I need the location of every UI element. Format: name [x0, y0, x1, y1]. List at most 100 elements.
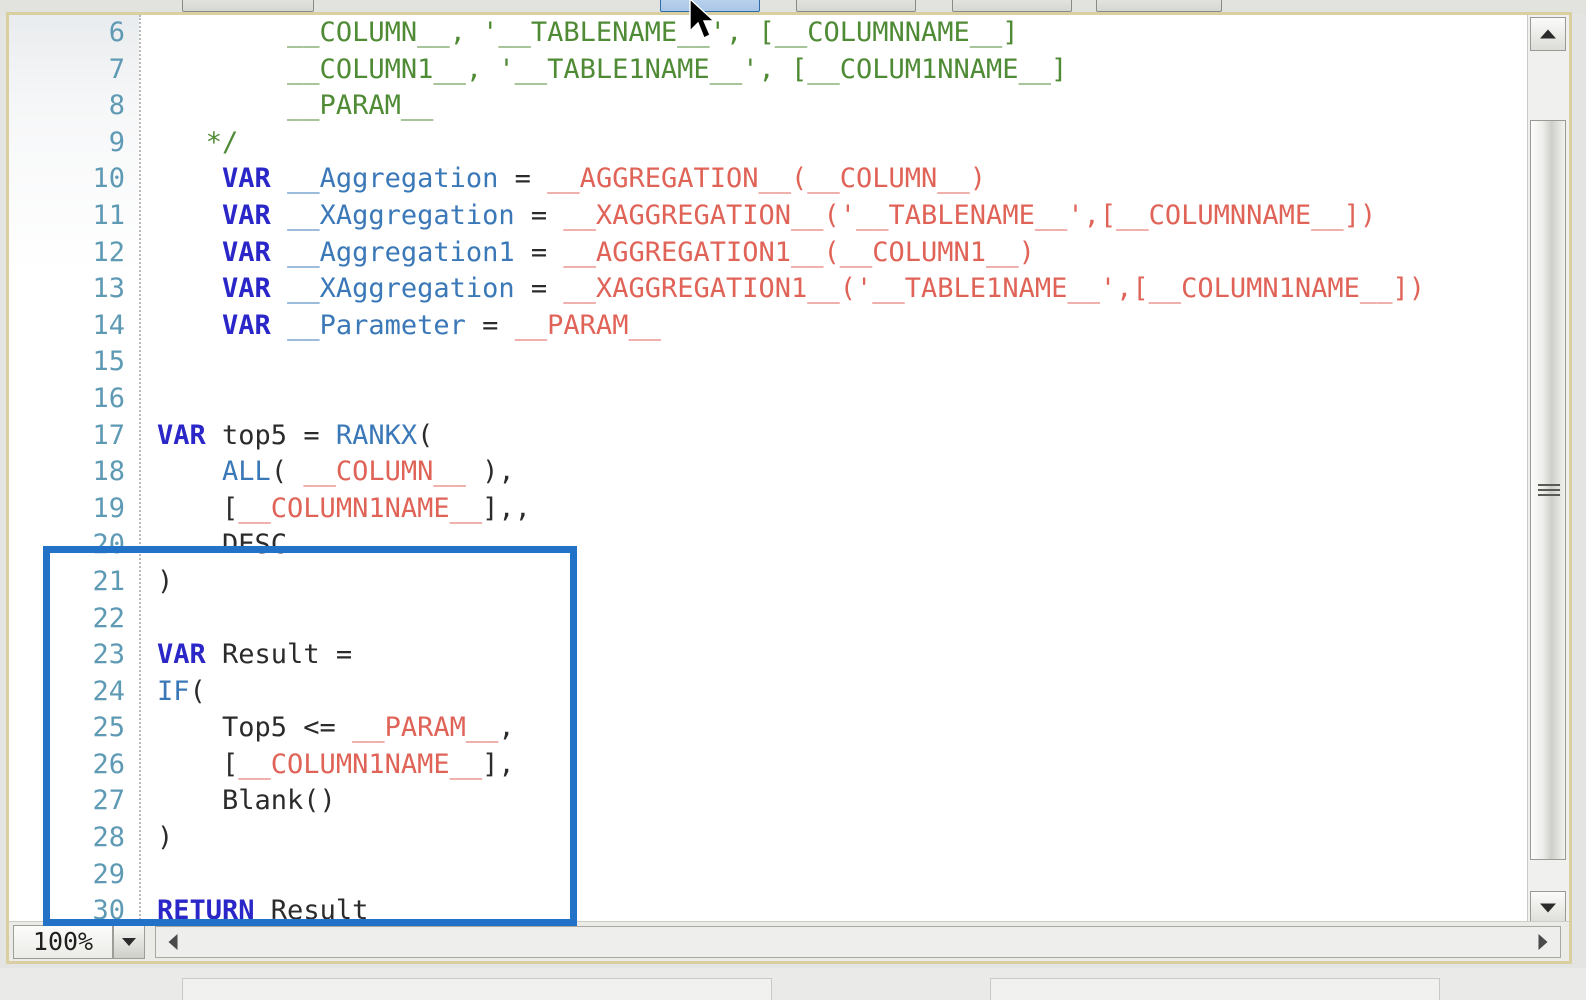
code-text-area[interactable]: 6 __COLUMN__, '__TABLENAME__', [__COLUMN…: [9, 15, 1569, 927]
vertical-scrollbar-thumb[interactable]: [1530, 120, 1566, 860]
toolbar-button-1[interactable]: [182, 0, 314, 12]
code-token: VAR: [157, 639, 206, 671]
line-text: ): [157, 564, 173, 601]
code-token: __XAggregation: [270, 199, 531, 231]
line-number: 10: [92, 163, 125, 195]
code-line[interactable]: 23 VAR Result =: [9, 637, 1569, 674]
code-line[interactable]: 27 Blank(): [9, 783, 1569, 820]
code-line[interactable]: 22: [9, 601, 1569, 638]
code-token: __COLUMN__, '__TABLENAME__', [__COLUMNNA…: [287, 17, 1019, 48]
triangle-right-icon: [1538, 934, 1548, 950]
code-token: __COLUMN1__, '__TABLE1NAME__', [__COLUM1…: [287, 53, 1068, 85]
vertical-scrollbar[interactable]: [1527, 15, 1569, 927]
code-token: Top5 <=: [157, 712, 353, 744]
code-line[interactable]: 6 __COLUMN__, '__TABLENAME__', [__COLUMN…: [9, 15, 1569, 52]
code-token: [: [157, 492, 239, 524]
line-number: 24: [92, 675, 125, 707]
code-token: =: [482, 309, 515, 341]
code-line[interactable]: 29: [9, 857, 1569, 894]
line-text: VAR __Aggregation1 = __AGGREGATION1__(__…: [157, 235, 1035, 272]
code-token: VAR: [222, 236, 271, 268]
toolbar-button-5[interactable]: [1096, 0, 1222, 12]
zoom-level-value[interactable]: 100%: [13, 925, 113, 959]
code-token: =: [530, 199, 564, 231]
code-line[interactable]: 17 VAR top5 = RANKX(: [9, 418, 1569, 455]
code-line[interactable]: 13 VAR __XAggregation = __XAGGREGATION1_…: [9, 271, 1569, 308]
code-line[interactable]: 15: [9, 344, 1569, 381]
code-line[interactable]: 11 VAR __XAggregation = __XAGGREGATION__…: [9, 198, 1569, 235]
code-token: __PARAM__: [287, 90, 434, 122]
code-token: =: [514, 163, 548, 195]
code-token: __XAGGREGATION__('__TABLENAME__',[__COLU…: [563, 199, 1377, 231]
code-token: __Aggregation1: [270, 236, 531, 268]
line-number: 13: [92, 273, 125, 305]
code-token: =: [530, 236, 564, 268]
code-line[interactable]: 7 __COLUMN1__, '__TABLE1NAME__', [__COLU…: [9, 52, 1569, 89]
editor-status-bar: 100%: [9, 921, 1569, 961]
line-number: 27: [92, 785, 125, 817]
scroll-left-button[interactable]: [156, 927, 190, 957]
code-token: ,: [498, 712, 515, 744]
code-token: top5 =: [205, 419, 336, 451]
code-line[interactable]: 26 [__COLUMN1NAME__],: [9, 747, 1569, 784]
code-token: __PARAM__: [514, 309, 661, 341]
code-token: ): [157, 565, 174, 597]
toolbar-button-2[interactable]: [660, 0, 760, 12]
code-token: __XAggregation: [270, 273, 531, 305]
code-token: (: [270, 456, 304, 488]
code-line[interactable]: 14 VAR __Parameter = __PARAM__: [9, 308, 1569, 345]
code-token: IF: [157, 675, 190, 707]
line-number: 7: [108, 53, 125, 85]
line-number: 6: [108, 17, 125, 48]
code-line[interactable]: 16: [9, 381, 1569, 418]
code-token: */: [205, 126, 239, 158]
line-text: VAR __XAggregation = __XAGGREGATION1__('…: [157, 271, 1425, 308]
code-token: [: [157, 748, 239, 780]
zoom-dropdown-button[interactable]: [113, 925, 145, 959]
line-text: */: [157, 125, 239, 162]
code-token: VAR: [222, 309, 271, 341]
code-token: ALL: [222, 456, 271, 488]
code-editor[interactable]: 6 __COLUMN__, '__TABLENAME__', [__COLUMN…: [9, 15, 1569, 927]
code-token: __COLUMN__: [303, 456, 466, 488]
line-number: 18: [92, 456, 125, 488]
code-token: __COLUMN1NAME__: [238, 748, 483, 780]
code-line[interactable]: 25 Top5 <= __PARAM__,: [9, 710, 1569, 747]
code-line[interactable]: 19 [__COLUMN1NAME__],,: [9, 491, 1569, 528]
code-line[interactable]: 12 VAR __Aggregation1 = __AGGREGATION1__…: [9, 235, 1569, 272]
code-line[interactable]: 8 __PARAM__: [9, 88, 1569, 125]
code-line[interactable]: 20 DESC: [9, 527, 1569, 564]
code-line[interactable]: 24 IF(: [9, 674, 1569, 711]
line-text: VAR top5 = RANKX(: [157, 418, 433, 455]
toolbar-button-3[interactable]: [796, 0, 916, 12]
code-line[interactable]: 9 */: [9, 125, 1569, 162]
code-token: __PARAM__: [352, 712, 499, 744]
line-number: 11: [92, 199, 125, 231]
code-line[interactable]: 18 ALL( __COLUMN__ ),: [9, 454, 1569, 491]
bottom-panel-right[interactable]: [990, 978, 1440, 1000]
scroll-right-button[interactable]: [1526, 927, 1560, 957]
triangle-down-icon: [1540, 903, 1556, 913]
code-line[interactable]: 10 VAR __Aggregation = __AGGREGATION__(_…: [9, 161, 1569, 198]
bottom-panel-left[interactable]: [182, 978, 772, 1000]
code-token: Blank(): [157, 785, 336, 817]
code-token: __Parameter: [270, 309, 483, 341]
horizontal-scrollbar[interactable]: [155, 926, 1561, 958]
code-line[interactable]: 28): [9, 820, 1569, 857]
code-token: VAR: [222, 273, 271, 305]
scroll-down-button[interactable]: [1530, 891, 1566, 925]
toolbar-button-4[interactable]: [952, 0, 1072, 12]
grip-lines-icon: [1538, 481, 1560, 499]
line-text: __COLUMN1__, '__TABLE1NAME__', [__COLUM1…: [157, 52, 1067, 89]
line-number: 28: [92, 822, 125, 854]
scroll-up-button[interactable]: [1530, 17, 1566, 51]
line-text: VAR __Aggregation = __AGGREGATION__(__CO…: [157, 161, 986, 198]
code-token: __Aggregation: [270, 163, 515, 195]
code-line[interactable]: 21): [9, 564, 1569, 601]
